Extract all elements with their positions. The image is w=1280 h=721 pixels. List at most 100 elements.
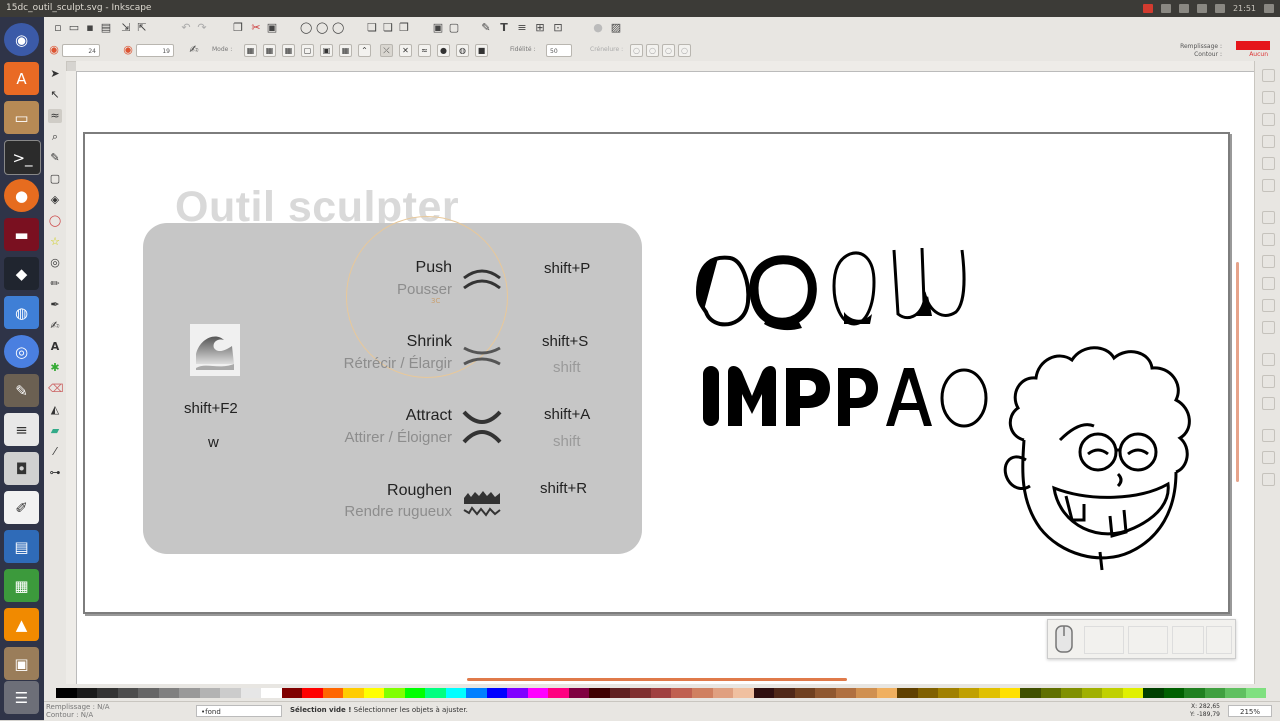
palette-swatch[interactable]	[179, 688, 200, 698]
palette-swatch[interactable]	[76, 688, 98, 698]
palette-swatch[interactable]	[1081, 688, 1103, 698]
palette-swatch[interactable]	[876, 688, 898, 698]
calc-icon[interactable]: ▦	[4, 569, 39, 602]
snap-grid-icon[interactable]	[1262, 451, 1275, 464]
export-icon[interactable]: ⇱	[136, 22, 148, 34]
text-editor-icon[interactable]: ≡	[4, 413, 39, 446]
palette-swatch[interactable]	[1204, 688, 1226, 698]
text-tool-icon[interactable]: A	[48, 340, 62, 354]
palette-swatch[interactable]	[671, 688, 692, 698]
record-indicator-icon[interactable]	[1142, 4, 1153, 13]
screen-recorder-icon[interactable]: ▬	[4, 218, 39, 251]
palette-swatch[interactable]	[117, 688, 139, 698]
palette-swatch[interactable]	[486, 688, 508, 698]
push-mode-button[interactable]: ⌃	[358, 44, 371, 57]
trash-icon[interactable]: ☰	[4, 681, 39, 714]
move-in-out-mode-button[interactable]: ▦	[263, 44, 276, 57]
palette-swatch[interactable]	[97, 688, 118, 698]
gradient-tool-icon[interactable]: ▰	[48, 424, 62, 438]
palette-swatch[interactable]	[220, 688, 241, 698]
move-mode-button[interactable]: ▦	[244, 44, 257, 57]
snap-bbox-icon[interactable]	[1262, 91, 1275, 104]
archive-icon[interactable]: ▣	[4, 647, 39, 680]
horizontal-ruler[interactable]	[76, 61, 1254, 72]
palette-swatch[interactable]	[527, 688, 549, 698]
software-center-icon[interactable]: A	[4, 62, 39, 95]
rectangle-tool-icon[interactable]: ▢	[48, 172, 62, 186]
palette-swatch[interactable]	[938, 688, 959, 698]
palette-swatch[interactable]	[897, 688, 918, 698]
transform-icon[interactable]: ⊡	[552, 22, 564, 34]
palette-swatch[interactable]	[650, 688, 672, 698]
palette-swatch[interactable]	[240, 688, 262, 698]
palette-swatch[interactable]	[363, 688, 385, 698]
fidelity-spinbox[interactable]: 50	[546, 44, 572, 57]
star-tool-icon[interactable]: ☆	[48, 235, 62, 249]
palette-swatch[interactable]	[56, 688, 77, 698]
battery-icon[interactable]	[1196, 4, 1207, 13]
stroke-toggle-button[interactable]: ○	[646, 44, 659, 57]
snap-smooth-icon[interactable]	[1262, 299, 1275, 312]
pressure-toggle-button[interactable]: ○	[678, 44, 691, 57]
vertical-scrollbar[interactable]	[1236, 262, 1239, 482]
clock[interactable]: 21:51	[1233, 0, 1256, 17]
roughen-mode-button[interactable]: ≈	[418, 44, 431, 57]
spiral-tool-icon[interactable]: ◎	[48, 256, 62, 270]
zoom-drawing-icon[interactable]: ◯	[316, 22, 328, 34]
tweak-tool-icon[interactable]: ≈	[48, 109, 62, 123]
snap-text-baseline-icon[interactable]	[1262, 397, 1275, 410]
ellipse-tool-icon[interactable]: ◯	[48, 214, 62, 228]
node-tool-icon[interactable]: ↖	[48, 88, 62, 102]
preferences-icon[interactable]: ●	[592, 22, 604, 34]
pressure-icon[interactable]: ✍	[188, 44, 200, 56]
palette-swatch[interactable]	[917, 688, 939, 698]
width-spinbox[interactable]: 24	[62, 44, 100, 57]
ungroup-icon[interactable]: ▢	[448, 22, 460, 34]
copy-icon[interactable]: ❐	[232, 22, 244, 34]
palette-swatch[interactable]	[1163, 688, 1185, 698]
opacity-toggle-button[interactable]: ○	[662, 44, 675, 57]
palette-swatch[interactable]	[774, 688, 795, 698]
save-icon[interactable]: ▪	[84, 22, 96, 34]
palette-swatch[interactable]	[815, 688, 836, 698]
group-icon[interactable]: ▣	[432, 22, 444, 34]
xml-editor-icon[interactable]: ≡	[516, 22, 528, 34]
palette-swatch[interactable]	[466, 688, 487, 698]
fill-toggle-button[interactable]: ○	[630, 44, 643, 57]
bucket-tool-icon[interactable]: ◭	[48, 403, 62, 417]
palette-swatch[interactable]	[999, 688, 1021, 698]
jitter-color-mode-button[interactable]: ◍	[456, 44, 469, 57]
palette-swatch[interactable]	[733, 688, 754, 698]
palette-swatch[interactable]	[1122, 688, 1144, 698]
connector-tool-icon[interactable]: ⊶	[48, 466, 62, 480]
measure-tool-icon[interactable]: ✎	[48, 151, 62, 165]
palette-swatch[interactable]	[261, 688, 282, 698]
palette-swatch[interactable]	[1040, 688, 1062, 698]
palette-swatch[interactable]	[425, 688, 446, 698]
snap-midpoints-icon[interactable]	[1262, 157, 1275, 170]
calligraphy-tool-icon[interactable]: ✍	[48, 319, 62, 333]
writer-icon[interactable]: ▤	[4, 530, 39, 563]
inkscape-icon[interactable]: ◆	[4, 257, 39, 290]
spray-tool-icon[interactable]: ✱	[48, 361, 62, 375]
palette-swatch[interactable]	[835, 688, 857, 698]
palette-swatch[interactable]	[1245, 688, 1267, 698]
snap-guide-icon[interactable]	[1262, 473, 1275, 486]
snap-toggle-icon[interactable]	[1262, 69, 1275, 82]
zoom-selection-icon[interactable]: ◯	[300, 22, 312, 34]
layer-dropdown[interactable]: •fond	[196, 705, 282, 717]
redo-icon[interactable]: ↷	[196, 22, 208, 34]
zoom-field[interactable]: 215%	[1228, 705, 1272, 717]
undo-icon[interactable]: ↶	[180, 22, 192, 34]
unlink-clone-icon[interactable]: ❐	[398, 22, 410, 34]
print-icon[interactable]: ▤	[100, 22, 112, 34]
palette-swatch[interactable]	[979, 688, 1000, 698]
fill-stroke-icon[interactable]: ✎	[480, 22, 492, 34]
palette-swatch[interactable]	[1225, 688, 1246, 698]
duplicate-mode-button[interactable]: ▦	[339, 44, 352, 57]
settings-gear-icon[interactable]	[1264, 4, 1274, 13]
palette-swatch[interactable]	[691, 688, 713, 698]
shrink-mode-button[interactable]: ⤫	[380, 44, 393, 57]
snap-edges-icon[interactable]	[1262, 113, 1275, 126]
strength-spinbox[interactable]: 19	[136, 44, 174, 57]
